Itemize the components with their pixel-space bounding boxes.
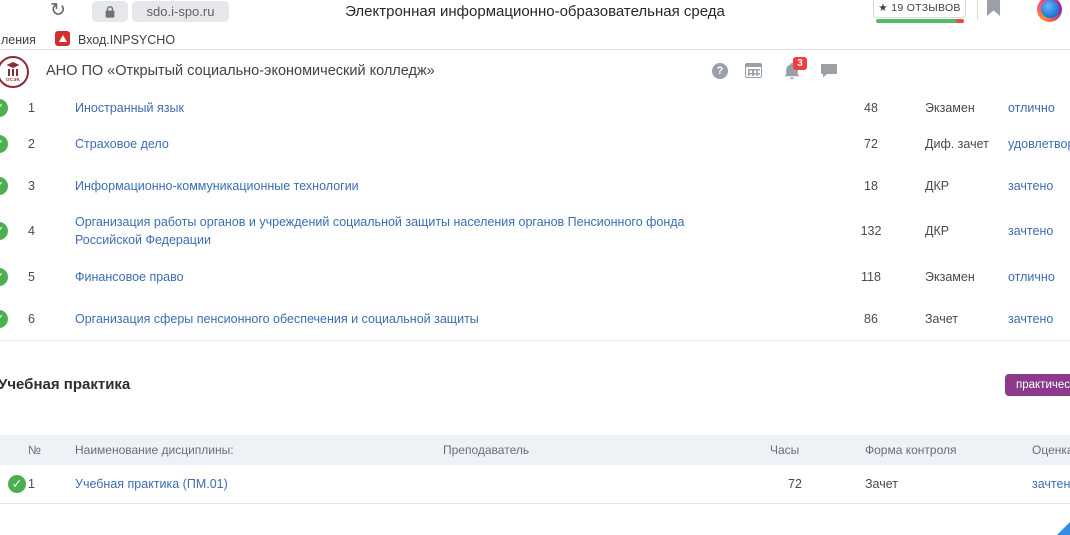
toolbar-divider bbox=[977, 0, 978, 20]
refresh-icon[interactable]: ↻ bbox=[50, 0, 66, 22]
chat-icon[interactable] bbox=[820, 63, 838, 79]
status-check-icon: ✓ bbox=[0, 99, 8, 117]
college-name: АНО ПО «Открытый социально-экономический… bbox=[46, 63, 435, 79]
bookmark-icon[interactable] bbox=[987, 0, 1000, 16]
table-row: ✓ 4 Организация работы органов и учрежде… bbox=[0, 207, 1070, 256]
course-hours: 72 bbox=[850, 137, 892, 151]
favicon-triangle bbox=[59, 35, 67, 42]
course-grade-link[interactable]: удовлетворительно bbox=[1008, 137, 1070, 151]
course-hours: 18 bbox=[850, 179, 892, 193]
graduation-cap-icon bbox=[7, 62, 20, 68]
course-grade-link[interactable]: зачтено bbox=[1008, 179, 1053, 193]
course-grade-link[interactable]: зачтено bbox=[1008, 312, 1053, 326]
columns-icon bbox=[8, 69, 18, 76]
header-control-form: Форма контроля bbox=[865, 443, 957, 457]
status-check-icon: ✓ bbox=[0, 222, 8, 240]
status-check-icon: ✓ bbox=[0, 135, 8, 153]
row-number: 2 bbox=[28, 137, 35, 151]
table-row: ✓ 5 Финансовое право 118 Экзамен отлично bbox=[0, 255, 1070, 299]
logo-text: ОСЭК bbox=[6, 77, 20, 82]
row-number: 1 bbox=[28, 477, 35, 491]
row-number: 4 bbox=[28, 224, 35, 238]
calendar-grid bbox=[748, 69, 760, 76]
course-hours: 48 bbox=[850, 101, 892, 115]
course-link[interactable]: Страховое дело bbox=[75, 134, 169, 152]
calendar-icon[interactable] bbox=[745, 63, 762, 78]
course-control-form: Экзамен bbox=[925, 270, 975, 284]
corner-widget[interactable] bbox=[1057, 522, 1070, 535]
course-control-form: ДКР bbox=[925, 179, 949, 193]
site-header: ОСЭК АНО ПО «Открытый социально-экономич… bbox=[0, 50, 1070, 94]
course-control-form: Диф. зачет bbox=[925, 137, 989, 151]
course-grade-link[interactable]: отлично bbox=[1008, 270, 1055, 284]
header-teacher: Преподаватель bbox=[443, 443, 529, 457]
status-check-icon: ✓ bbox=[0, 177, 8, 195]
row-number: 3 bbox=[28, 179, 35, 193]
course-hours: 86 bbox=[850, 312, 892, 326]
profile-avatar[interactable] bbox=[1037, 0, 1062, 22]
screen: ↻ sdo.i-spo.ru Электронная информационно… bbox=[0, 0, 1070, 535]
table-row: ✓ 1 Иностранный язык 48 Экзамен отлично bbox=[0, 93, 1070, 123]
site-security-chip[interactable] bbox=[92, 1, 128, 22]
status-check-icon: ✓ bbox=[8, 475, 26, 493]
course-control-form: ДКР bbox=[925, 224, 949, 238]
reviews-button[interactable]: ★ 19 отзывов bbox=[873, 0, 966, 18]
row-number: 1 bbox=[28, 101, 35, 115]
course-grade-link[interactable]: зачтено bbox=[1008, 224, 1053, 238]
bookmark-item-inpsycho[interactable]: Вход.INPSYCHO bbox=[78, 33, 175, 47]
table-row: ✓ 3 Информационно-коммуникационные техно… bbox=[0, 165, 1070, 208]
header-hours: Часы bbox=[770, 443, 799, 457]
header-discipline: Наименование дисциплины: bbox=[75, 443, 234, 457]
practice-grade-link[interactable]: зачтено bbox=[1032, 477, 1070, 491]
course-link[interactable]: Информационно-коммуникационные технологи… bbox=[75, 177, 359, 195]
course-link[interactable]: Финансовое право bbox=[75, 267, 184, 285]
course-link[interactable]: Организация сферы пенсионного обеспечени… bbox=[75, 310, 479, 328]
header-grade: Оценка bbox=[1032, 443, 1070, 457]
browser-toolbar: ↻ sdo.i-spo.ru Электронная информационно… bbox=[0, 0, 1070, 28]
practice-hours: 72 bbox=[788, 477, 802, 491]
practice-type-badge: практическое bbox=[1005, 374, 1070, 396]
inpsycho-favicon bbox=[55, 31, 70, 46]
course-grade-link[interactable]: отлично bbox=[1008, 101, 1055, 115]
practice-table-header: № Наименование дисциплины: Преподаватель… bbox=[0, 435, 1070, 465]
table-row: ✓ 2 Страховое дело 72 Диф. зачет удовлет… bbox=[0, 122, 1070, 166]
college-logo[interactable]: ОСЭК bbox=[0, 56, 29, 88]
address-bar[interactable]: sdo.i-spo.ru bbox=[132, 1, 229, 22]
table-row: ✓ 6 Организация сферы пенсионного обеспе… bbox=[0, 298, 1070, 341]
bookmark-item-partial[interactable]: ления bbox=[1, 33, 36, 47]
status-check-icon: ✓ bbox=[0, 268, 8, 286]
status-check-icon: ✓ bbox=[0, 310, 8, 328]
course-hours: 118 bbox=[850, 270, 892, 284]
avatar-inner bbox=[1041, 0, 1059, 18]
course-hours: 132 bbox=[850, 224, 892, 238]
reviews-rating-bar bbox=[876, 19, 964, 23]
lock-icon bbox=[104, 5, 116, 19]
header-number: № bbox=[28, 443, 41, 457]
course-control-form: Зачет bbox=[925, 312, 958, 326]
row-number: 5 bbox=[28, 270, 35, 284]
page-title: Электронная информационно-образовательна… bbox=[345, 3, 725, 20]
course-link[interactable]: Иностранный язык bbox=[75, 98, 184, 116]
bookmarks-bar: ления Вход.INPSYCHO bbox=[0, 28, 1070, 50]
help-icon[interactable]: ? bbox=[712, 63, 728, 79]
practice-control-form: Зачет bbox=[865, 477, 898, 491]
practice-link[interactable]: Учебная практика (ПМ.01) bbox=[75, 477, 228, 491]
row-number: 6 bbox=[28, 312, 35, 326]
course-link[interactable]: Организация работы органов и учреждений … bbox=[75, 213, 743, 249]
table-row: ✓ 1 Учебная практика (ПМ.01) 72 Зачет за… bbox=[0, 465, 1070, 504]
section-title: Учебная практика bbox=[0, 376, 130, 393]
notification-badge: 3 bbox=[793, 57, 807, 70]
course-control-form: Экзамен bbox=[925, 101, 975, 115]
